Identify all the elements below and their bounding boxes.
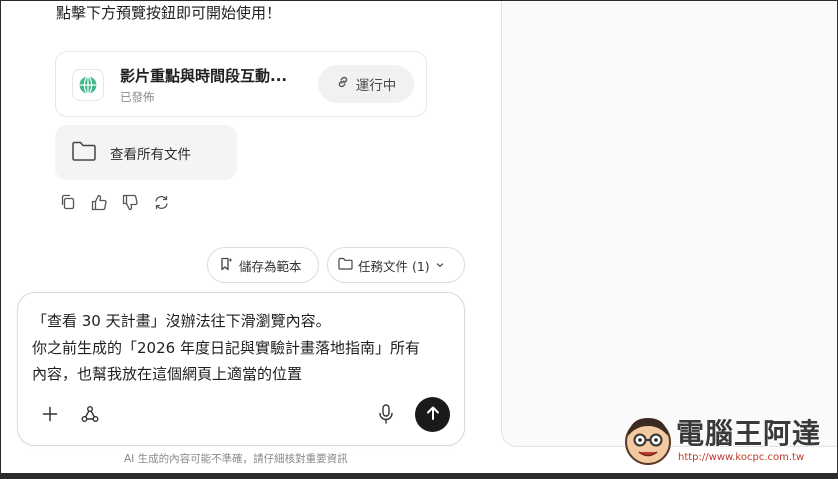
artifact-status: 已發佈 bbox=[120, 90, 155, 104]
refresh-icon[interactable] bbox=[152, 193, 170, 211]
composer-text[interactable]: 「查看 30 天計畫」沒辦法往下滑瀏覽內容。 你之前生成的「2026 年度日記與… bbox=[32, 308, 452, 388]
save-as-template-button[interactable]: 儲存為範本 bbox=[207, 247, 319, 283]
message-composer[interactable]: 「查看 30 天計畫」沒辦法往下滑瀏覽內容。 你之前生成的「2026 年度日記與… bbox=[17, 292, 465, 446]
thumbs-up-icon[interactable] bbox=[90, 193, 108, 211]
running-label: 運行中 bbox=[355, 78, 397, 94]
disclaimer: AI 生成的內容可能不準確，請仔細核對重要資訊 bbox=[124, 453, 348, 465]
watermark-name: 電腦王阿達 bbox=[676, 417, 822, 450]
composer-line: 「查看 30 天計畫」沒辦法往下滑瀏覽內容。 bbox=[32, 312, 331, 330]
task-files-label: 任務文件 (1) bbox=[358, 258, 430, 274]
send-button[interactable] bbox=[415, 397, 450, 432]
save-template-label: 儲存為範本 bbox=[239, 258, 302, 274]
intro-text: 點擊下方預覽按鈕即可開始使用！ bbox=[56, 4, 282, 22]
preview-panel bbox=[501, 0, 838, 447]
window-bottom-bar bbox=[0, 473, 838, 479]
plus-icon[interactable] bbox=[40, 404, 60, 424]
watermark: 電腦王阿達 http://www.kocpc.com.tw bbox=[620, 408, 832, 470]
microphone-icon[interactable] bbox=[376, 403, 396, 425]
copy-icon[interactable] bbox=[59, 193, 77, 211]
view-all-files-button[interactable]: 查看所有文件 bbox=[55, 125, 237, 180]
watermark-url: http://www.kocpc.com.tw bbox=[678, 452, 805, 463]
link-icon bbox=[336, 75, 350, 93]
feedback-row bbox=[59, 193, 170, 211]
composer-line: 內容，也幫我放在這個網頁上適當的位置 bbox=[32, 365, 303, 383]
chevron-down-icon bbox=[435, 258, 445, 273]
files-card-label: 查看所有文件 bbox=[110, 146, 191, 163]
arrow-up-icon bbox=[425, 405, 441, 425]
artifact-title: 影片重點與時間段互動... bbox=[120, 67, 288, 85]
globe-icon bbox=[72, 69, 104, 101]
thumbs-down-icon[interactable] bbox=[121, 193, 139, 211]
mascot-face-icon bbox=[620, 412, 676, 468]
chat-column: 點擊下方預覽按鈕即可開始使用！ 影片重點與時間段互動... 已發佈 運行中 查看… bbox=[0, 0, 490, 473]
sparkle-bookmark-icon bbox=[218, 256, 234, 275]
folder-icon bbox=[71, 140, 97, 166]
artifact-card[interactable]: 影片重點與時間段互動... 已發佈 運行中 bbox=[55, 51, 427, 117]
nodes-icon[interactable] bbox=[80, 404, 100, 424]
folder-icon bbox=[338, 257, 353, 273]
running-button[interactable]: 運行中 bbox=[318, 65, 414, 103]
task-files-button[interactable]: 任務文件 (1) bbox=[327, 247, 465, 283]
composer-line: 你之前生成的「2026 年度日記與實驗計畫落地指南」所有 bbox=[32, 338, 420, 357]
